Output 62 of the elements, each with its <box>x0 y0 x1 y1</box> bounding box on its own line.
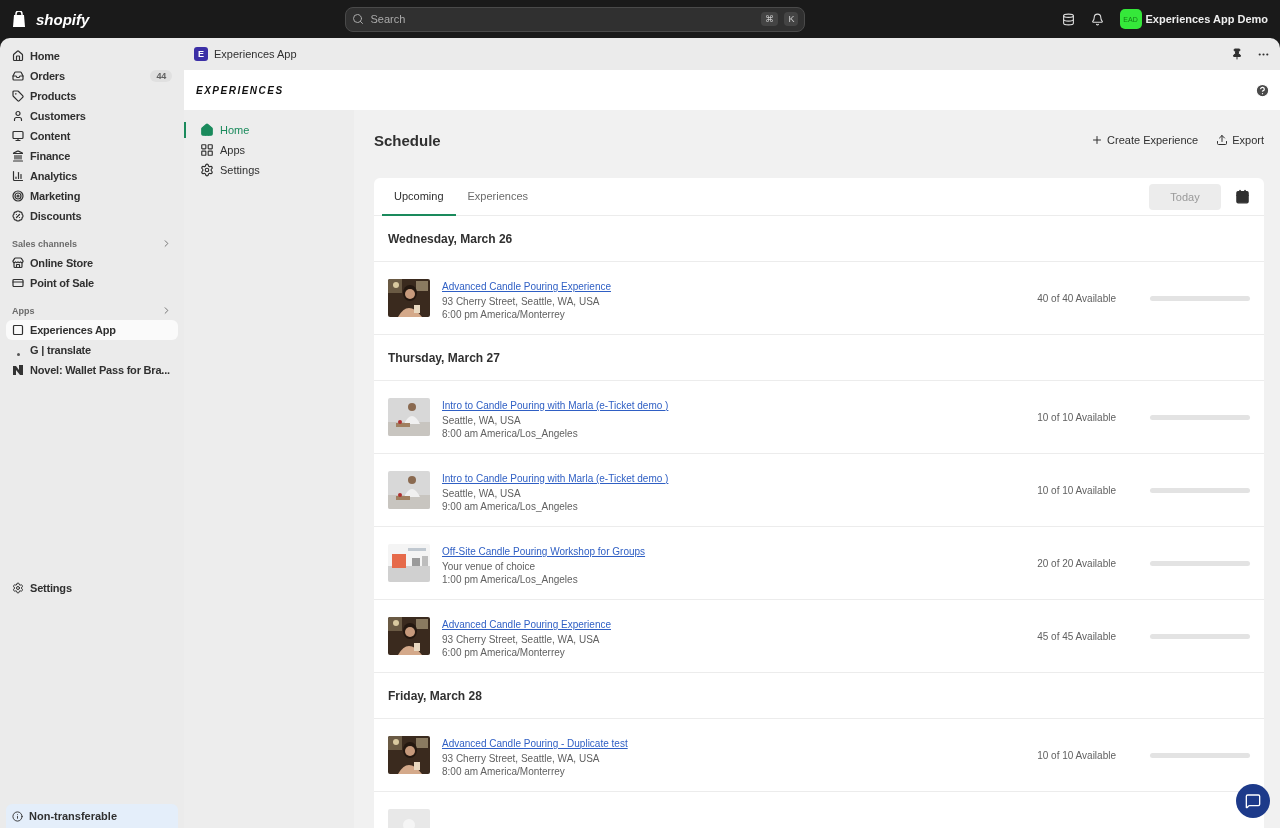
sidebar-item[interactable]: Discounts <box>6 206 178 226</box>
event-link[interactable]: Off-Site Candle Pouring Workshop for Groups <box>442 546 646 557</box>
sidebar-item[interactable]: Marketing <box>6 186 178 206</box>
day-heading: Thursday, March 27 <box>388 350 500 365</box>
day-heading: Friday, March 28 <box>388 688 482 703</box>
event-link[interactable]: Advanced Candle Pouring - Duplicate test <box>442 738 628 749</box>
event-time: 6:00 pm America/Monterrey <box>442 647 566 658</box>
store-name[interactable]: Experiences App Demo <box>1145 13 1268 25</box>
sidebar-item[interactable]: Experiences App <box>6 320 178 340</box>
sidebar-item[interactable]: Novel: Wallet Pass for Bra... <box>6 360 178 380</box>
sidebar-item[interactable]: Home <box>6 46 178 66</box>
event-location: Seattle, WA, USA <box>442 415 522 426</box>
sidebar-item[interactable]: G | translate <box>6 340 178 360</box>
availability-text: 10 of 10 Available <box>1037 411 1116 423</box>
event-link[interactable]: Intro to Candle Pouring with Marla (e-Ticket demo ) <box>442 473 669 484</box>
sidebar-item[interactable]: Content <box>6 126 178 146</box>
nav-item[interactable]: Home <box>184 122 354 138</box>
event-location: 93 Cherry Street, Seattle, WA, USA <box>442 753 601 764</box>
event-time: 8:00 am America/Los_Angeles <box>442 428 579 439</box>
sidebar-item[interactable]: Point of Sale <box>6 273 178 293</box>
availability-text: 20 of 20 Available <box>1037 557 1116 569</box>
tab[interactable]: Experiences <box>455 178 541 216</box>
count-badge: 44 <box>150 70 172 82</box>
sidebar-item[interactable]: Online Store <box>6 253 178 273</box>
event-time: 1:00 pm America/Los_Angeles <box>442 574 579 585</box>
section-title: Sales channels <box>12 238 78 249</box>
shortcut-key: K <box>784 12 799 26</box>
app-title: Experiences App <box>214 48 297 60</box>
availability-text: 10 of 10 Available <box>1037 484 1116 496</box>
section-title: Apps <box>12 305 35 316</box>
availability-text: 10 of 10 Available <box>1037 749 1116 761</box>
event-time: 9:00 am America/Los_Angeles <box>442 501 579 512</box>
event-location: Your venue of choice <box>442 561 537 572</box>
sidebar-item[interactable]: Analytics <box>6 166 178 186</box>
app-logo: EXPERIENCES <box>196 84 284 96</box>
event-link[interactable]: Advanced Candle Pouring Experience <box>442 619 611 630</box>
sidebar-item[interactable]: Products <box>6 86 178 106</box>
brand-logo[interactable]: shopify <box>36 10 90 28</box>
event-link[interactable]: Advanced Candle Pouring Experience <box>442 281 611 292</box>
event-location: Seattle, WA, USA <box>442 488 522 499</box>
sidebar-item[interactable]: Finance <box>6 146 178 166</box>
event-time: 8:00 am America/Monterrey <box>442 766 566 777</box>
sidebar-item[interactable]: Settings <box>6 578 178 598</box>
page-title: Schedule <box>374 131 441 149</box>
event-link[interactable]: Intro to Candle Pouring with Marla (e-Ticket demo ) <box>442 400 669 411</box>
nav-item[interactable]: Settings <box>184 162 354 178</box>
availability-text: 40 of 40 Available <box>1037 292 1116 304</box>
search-field[interactable]: Search ⌘ K <box>345 6 806 32</box>
tab[interactable]: Upcoming <box>382 178 456 216</box>
event-location: 93 Cherry Street, Seattle, WA, USA <box>442 634 601 645</box>
notice-banner[interactable]: Non-transferable <box>6 804 178 828</box>
event-time: 6:00 pm America/Monterrey <box>442 309 566 320</box>
availability-text: 45 of 45 Available <box>1037 630 1116 642</box>
nav-item[interactable]: Apps <box>184 142 354 158</box>
sidebar-item[interactable]: Orders 44 <box>6 66 178 86</box>
event-location: 93 Cherry Street, Seattle, WA, USA <box>442 296 601 307</box>
app-icon: E <box>194 47 208 61</box>
action-button[interactable]: Export <box>1216 134 1264 146</box>
sidebar-item[interactable]: Customers <box>6 106 178 126</box>
action-button[interactable]: Create Experience <box>1091 134 1199 146</box>
shortcut-key: ⌘ <box>761 12 779 26</box>
day-heading: Wednesday, March 26 <box>388 231 513 246</box>
